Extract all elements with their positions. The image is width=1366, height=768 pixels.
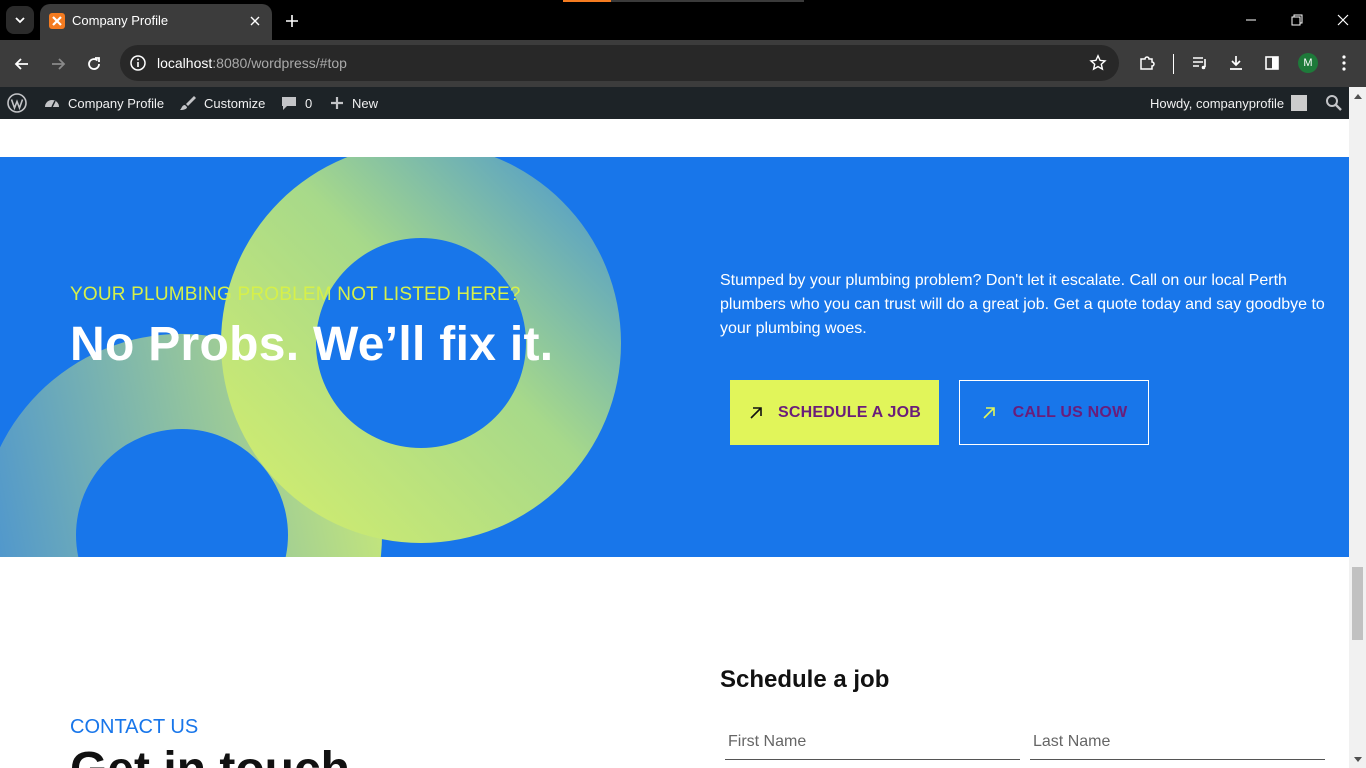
first-name-field[interactable] <box>725 725 1020 760</box>
dashboard-icon <box>45 100 59 108</box>
toolbar-separator <box>1173 54 1174 74</box>
comments-link[interactable]: 0 <box>280 87 312 119</box>
arrow-left-icon <box>14 58 28 70</box>
site-name-label: Company Profile <box>68 95 165 111</box>
howdy-label: Howdy, companyprofile <box>1150 95 1285 111</box>
tab-strip-divider <box>611 0 804 2</box>
xampp-icon <box>49 13 65 29</box>
hero-headline: No Probs. We’ll fix it. <box>70 318 554 371</box>
kebab-menu-icon[interactable] <box>1334 53 1354 73</box>
minimize-button[interactable] <box>1228 6 1274 34</box>
call-us-label: CALL US NOW <box>1012 403 1128 421</box>
window-close-button[interactable] <box>1320 6 1366 34</box>
restore-button[interactable] <box>1274 6 1320 34</box>
minimize-icon <box>1246 19 1256 21</box>
side-panel-icon[interactable] <box>1262 53 1282 73</box>
page-content: YOUR PLUMBING PROBLEM NOT LISTED HERE? N… <box>0 119 1349 768</box>
scroll-up-arrow-icon[interactable] <box>1349 87 1366 104</box>
wordpress-logo-icon <box>7 93 27 113</box>
reload-button[interactable] <box>81 51 107 77</box>
profile-avatar[interactable]: M <box>1298 53 1318 73</box>
puzzle-icon[interactable] <box>1137 53 1157 73</box>
close-icon[interactable] <box>246 12 264 30</box>
star-icon[interactable] <box>1089 54 1107 72</box>
hero-description: Stumped by your plumbing problem? Don't … <box>720 272 1325 337</box>
chevron-down-icon <box>15 17 25 24</box>
scroll-thumb[interactable] <box>1352 567 1363 640</box>
browser-toolbar: localhost:8080/wordpress/#top M <box>0 40 1366 87</box>
schedule-job-button[interactable]: SCHEDULE A JOB <box>730 380 939 445</box>
new-tab-button[interactable] <box>280 9 304 33</box>
call-us-button[interactable]: CALL US NOW <box>959 380 1149 445</box>
new-label: New <box>352 95 379 111</box>
address-bar[interactable]: localhost:8080/wordpress/#top <box>120 45 1119 81</box>
wordpress-menu[interactable] <box>7 87 27 119</box>
search-icon[interactable] <box>1320 87 1348 119</box>
brush-icon <box>180 96 196 110</box>
avatar <box>1291 95 1308 111</box>
customize-label: Customize <box>204 95 266 111</box>
cta-hero-section: YOUR PLUMBING PROBLEM NOT LISTED HERE? N… <box>0 157 1349 557</box>
arrow-up-right-icon <box>981 405 997 421</box>
site-name-menu[interactable]: Company Profile <box>43 87 164 119</box>
url-text[interactable]: localhost:8080/wordpress/#top <box>157 55 347 71</box>
browser-tab-bar: Company Profile <box>0 0 1366 40</box>
contact-eyebrow: CONTACT US <box>70 716 199 738</box>
download-icon[interactable] <box>1226 53 1246 73</box>
forward-button[interactable] <box>45 51 71 77</box>
page-scrollbar[interactable] <box>1349 87 1366 768</box>
comment-icon <box>282 97 296 110</box>
tab-list-button[interactable] <box>6 6 34 34</box>
plus-icon <box>286 15 298 27</box>
scroll-down-arrow-icon[interactable] <box>1349 751 1366 768</box>
account-menu[interactable]: Howdy, companyprofile <box>1150 87 1308 119</box>
info-icon[interactable] <box>129 54 147 72</box>
restore-icon <box>1291 14 1303 26</box>
arrow-up-right-icon <box>748 405 764 421</box>
back-button[interactable] <box>9 51 35 77</box>
comments-count: 0 <box>305 95 313 111</box>
tab-title: Company Profile <box>72 13 169 28</box>
hero-eyebrow: YOUR PLUMBING PROBLEM NOT LISTED HERE? <box>70 284 521 305</box>
close-icon <box>1337 14 1349 26</box>
arrow-right-icon <box>52 58 66 70</box>
schedule-job-label: SCHEDULE A JOB <box>778 403 921 421</box>
reload-icon <box>88 57 100 70</box>
playlist-icon[interactable] <box>1190 53 1210 73</box>
wp-admin-bar: Company Profile Customize 0 New Howdy, c… <box>0 87 1366 119</box>
customize-link[interactable]: Customize <box>179 87 265 119</box>
plus-icon <box>331 97 343 109</box>
new-content-menu[interactable]: New <box>329 87 378 119</box>
form-title: Schedule a job <box>720 666 890 693</box>
loading-indicator <box>563 0 611 2</box>
last-name-field[interactable] <box>1030 725 1325 760</box>
contact-title: Get in touch <box>70 742 350 768</box>
browser-tab[interactable]: Company Profile <box>40 4 272 40</box>
